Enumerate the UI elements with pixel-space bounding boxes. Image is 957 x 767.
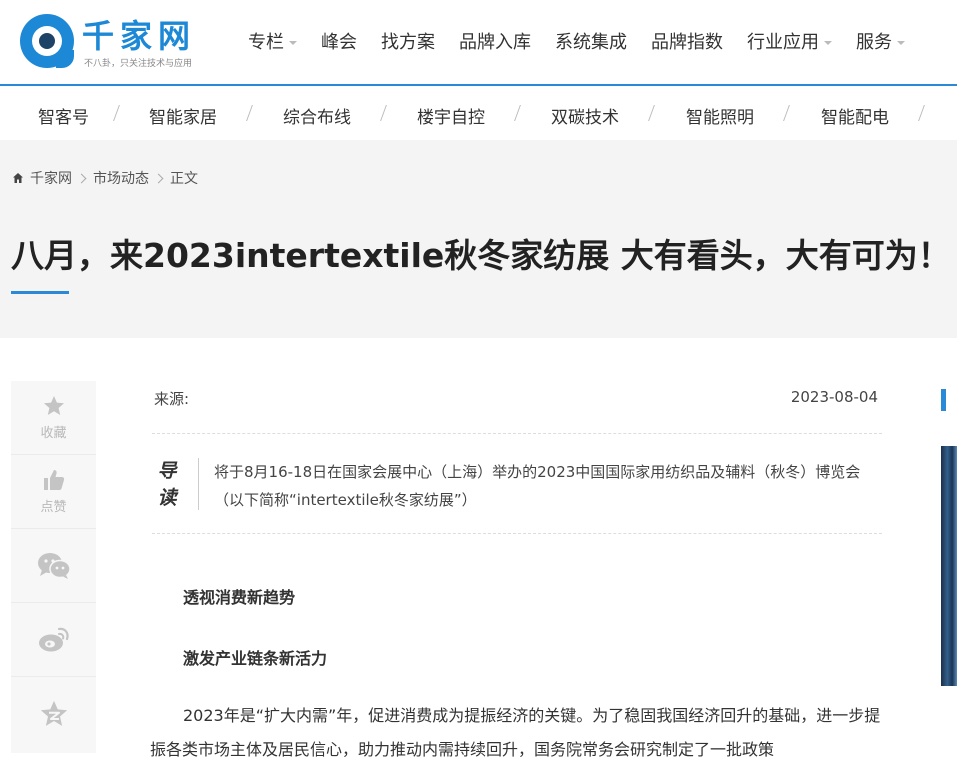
nav-item-fenghui[interactable]: 峰会 <box>309 28 369 58</box>
subnav-divider <box>648 105 655 121</box>
nav-item-pinpaizhishu[interactable]: 品牌指数 <box>639 28 735 58</box>
chevron-right-icon <box>153 173 164 183</box>
chevron-down-icon <box>289 41 297 45</box>
article-meta: 来源: 2023-08-04 <box>152 386 882 434</box>
site-logo[interactable]: 千家网 不八卦，只关注技术与应用 <box>20 14 220 74</box>
lead-divider <box>198 458 199 510</box>
nav-item-label: 找方案 <box>381 32 435 53</box>
weibo-icon <box>38 627 69 651</box>
subnav-divider <box>514 105 521 121</box>
nav-item-label: 专栏 <box>248 32 284 53</box>
subnav-item-zhikehao[interactable]: 智客号 <box>38 103 89 128</box>
article-subheading: 激发产业链条新活力 <box>183 649 328 668</box>
nav-item-label: 品牌指数 <box>651 32 723 53</box>
subnav-item-zhinengzhaoming[interactable]: 智能照明 <box>686 103 754 128</box>
article-paragraph: 2023年是“扩大内需”年，促进消费成为提振经济的关键。为了稳固我国经济回升的基… <box>150 706 881 759</box>
page-title: 八月，来2023intertextile秋冬家纺展 大有看头，大有可为！ <box>11 236 951 275</box>
title-band: 千家网 市场动态 正文 八月，来2023intertextile秋冬家纺展 大有… <box>0 140 957 338</box>
lead-tag-char: 导 <box>157 460 177 482</box>
site-header: 千家网 不八卦，只关注技术与应用 专栏 峰会 找方案 品牌入库 系统集成 品牌指… <box>0 0 957 86</box>
title-underline <box>11 291 69 294</box>
wechat-icon <box>37 552 71 579</box>
nav-item-label: 服务 <box>856 32 892 53</box>
brand-name: 千家网 <box>82 17 197 55</box>
home-icon <box>13 173 23 183</box>
nav-item-zhuanlan[interactable]: 专栏 <box>236 28 309 58</box>
qzone-icon <box>40 700 67 726</box>
share-weibo-button[interactable] <box>11 603 96 677</box>
main-nav: 专栏 峰会 找方案 品牌入库 系统集成 品牌指数 行业应用 服务 <box>236 28 917 58</box>
sidebar-section-accent <box>941 389 946 411</box>
subnav-item-zhinengjiaju[interactable]: 智能家居 <box>149 103 217 128</box>
nav-item-zhaofangan[interactable]: 找方案 <box>369 28 447 58</box>
thumbs-up-icon <box>43 470 64 490</box>
nav-item-label: 系统集成 <box>555 32 627 53</box>
favorite-button[interactable]: 收藏 <box>11 381 96 455</box>
share-wechat-button[interactable] <box>11 529 96 603</box>
sub-nav: 智客号 智能家居 综合布线 楼宇自控 双碳技术 智能照明 智能配电 <box>0 88 957 140</box>
subnav-divider <box>113 105 120 121</box>
nav-item-pinpairuku[interactable]: 品牌入库 <box>447 28 543 58</box>
breadcrumb: 千家网 市场动态 正文 <box>12 168 198 188</box>
subnav-item-zonghebuxian[interactable]: 综合布线 <box>283 103 351 128</box>
nav-item-label: 行业应用 <box>747 32 819 53</box>
subnav-item-zhinengpeidian[interactable]: 智能配电 <box>821 103 889 128</box>
favorite-label: 收藏 <box>40 426 67 441</box>
logo-mark-icon <box>20 14 74 68</box>
article-lead: 导 读 将于8月16-18日在国家会展中心（上海）举办的2023中国国际家用纺织… <box>152 448 882 534</box>
article-date: 2023-08-04 <box>790 388 878 406</box>
nav-item-xitongjicheng[interactable]: 系统集成 <box>543 28 639 58</box>
breadcrumb-market[interactable]: 市场动态 <box>93 168 149 188</box>
chevron-right-icon <box>76 173 87 183</box>
article-subheading: 透视消费新趋势 <box>183 588 296 607</box>
subnav-divider <box>246 105 253 121</box>
nav-item-label: 品牌入库 <box>459 32 531 53</box>
like-button[interactable]: 点赞 <box>11 455 96 529</box>
lead-text: 将于8月16-18日在国家会展中心（上海）举办的2023中国国际家用纺织品及辅料… <box>214 463 861 509</box>
subnav-divider <box>783 105 790 121</box>
breadcrumb-current: 正文 <box>170 171 198 187</box>
subnav-item-louyuzikong[interactable]: 楼宇自控 <box>417 103 485 128</box>
lead-tag-char: 读 <box>157 487 177 509</box>
nav-item-label: 峰会 <box>321 32 357 53</box>
chevron-down-icon <box>897 41 905 45</box>
nav-item-hangyeyingyong[interactable]: 行业应用 <box>735 28 844 58</box>
share-qzone-button[interactable] <box>11 677 96 751</box>
like-label: 点赞 <box>40 500 67 515</box>
subnav-divider <box>918 105 925 121</box>
subnav-divider <box>380 105 387 121</box>
nav-item-fuwu[interactable]: 服务 <box>844 28 917 58</box>
share-sidebar: 收藏 点赞 <box>11 381 96 753</box>
brand-slogan: 不八卦，只关注技术与应用 <box>84 59 193 69</box>
lead-tag: 导 读 <box>152 458 182 512</box>
chevron-down-icon <box>824 41 832 45</box>
breadcrumb-home[interactable]: 千家网 <box>30 168 72 188</box>
article-source: 来源: <box>154 390 190 408</box>
subnav-item-shuangtanjishu[interactable]: 双碳技术 <box>551 103 619 128</box>
sidebar-banner-image[interactable] <box>941 446 957 686</box>
star-icon <box>43 396 64 415</box>
